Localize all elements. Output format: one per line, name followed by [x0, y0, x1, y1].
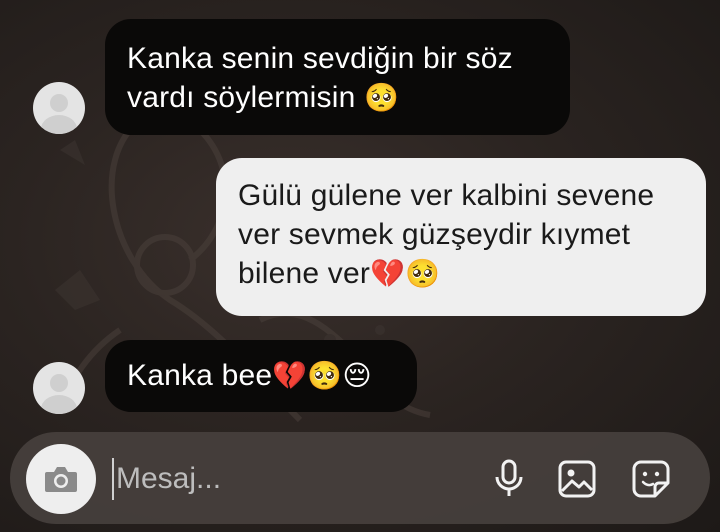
message-input[interactable]: [112, 458, 448, 500]
message-line-with-emoji: bilene ver💔🥺: [238, 254, 684, 293]
avatar[interactable]: [33, 82, 85, 134]
message-line: Kanka senin sevdiğin bir söz: [127, 42, 513, 75]
avatar-body-shape: [41, 115, 77, 134]
microphone-button[interactable]: [486, 456, 532, 502]
message-line: Gülü gülene ver kalbini sevene: [238, 179, 655, 212]
emoji: 💔🥺: [370, 257, 441, 290]
message-composer: [10, 432, 710, 524]
gallery-icon: [558, 460, 596, 498]
microphone-icon: [495, 459, 523, 496]
message-line: bilene ver: [238, 257, 371, 290]
message-line: Kanka bee: [127, 359, 273, 392]
message-bubble-incoming[interactable]: Kanka bee💔🥺😔: [105, 340, 417, 412]
camera-button[interactable]: [26, 444, 96, 514]
avatar-head-shape: [50, 94, 68, 112]
sticker-icon: [632, 460, 670, 498]
message-bubble-incoming[interactable]: Kanka senin sevdiğin bir söz vardı söyle…: [105, 19, 570, 135]
avatar-body-shape: [41, 395, 77, 414]
emoji: 🥺: [364, 81, 400, 114]
message-bubble-outgoing[interactable]: Gülü gülene ver kalbini sevene ver sevme…: [216, 158, 706, 316]
avatar-head-shape: [50, 374, 68, 392]
camera-icon: [45, 467, 77, 492]
message-line: ver sevmek güzşeydir kıymet: [238, 218, 631, 251]
gallery-button[interactable]: [554, 456, 600, 502]
emoji: 💔🥺😔: [272, 359, 372, 392]
message-line-with-emoji: vardı söylermisin 🥺: [127, 78, 548, 117]
message-line-with-emoji: Kanka bee💔🥺😔: [127, 356, 395, 395]
sticker-button[interactable]: [628, 456, 674, 502]
avatar[interactable]: [33, 362, 85, 414]
message-line: vardı söylermisin: [127, 81, 356, 114]
